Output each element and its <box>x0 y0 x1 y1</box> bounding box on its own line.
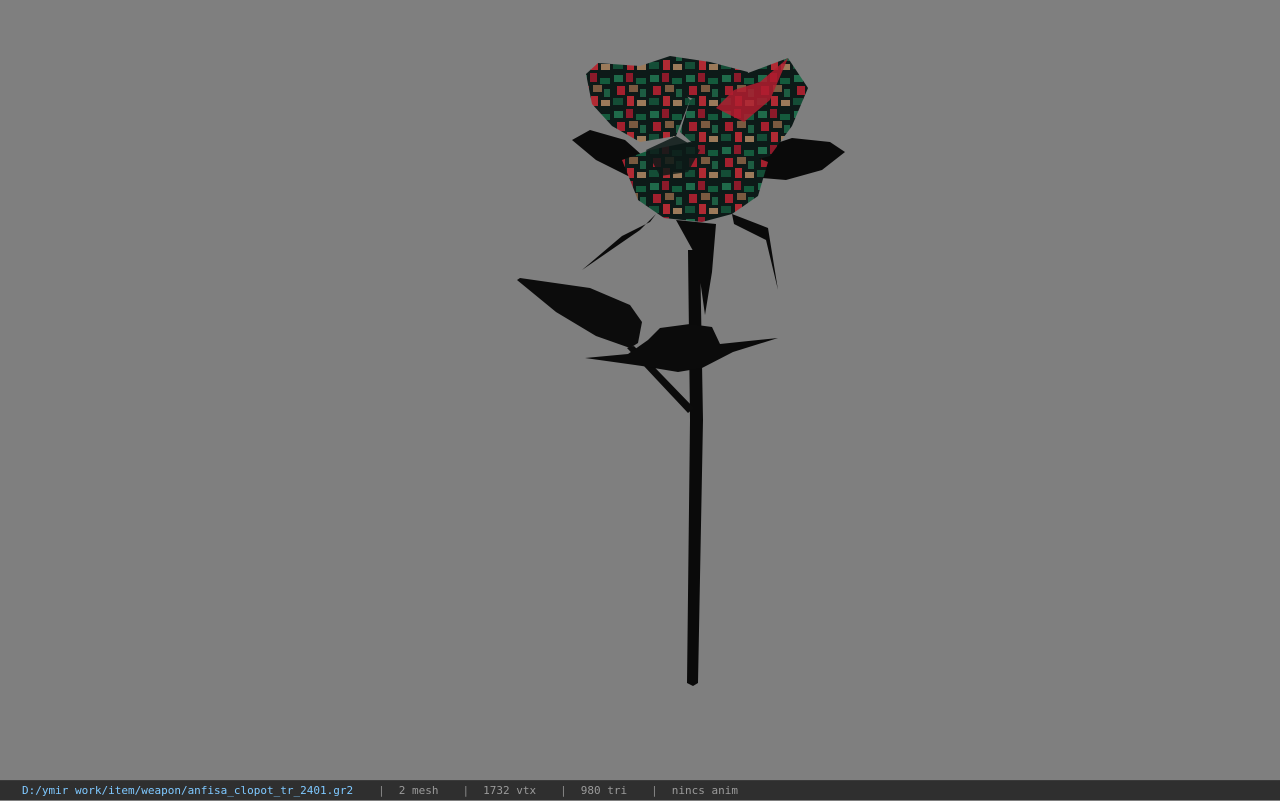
status-file-path: D:/ymir work/item/weapon/anfisa_clopot_t… <box>22 783 354 797</box>
status-vertex-count: 1732 vtx <box>483 783 537 797</box>
status-separator: | <box>651 783 658 797</box>
rose-model <box>517 56 845 686</box>
status-separator: | <box>378 783 385 797</box>
status-bar: D:/ymir work/item/weapon/anfisa_clopot_t… <box>0 780 1280 800</box>
status-mesh-count: 2 mesh <box>398 783 439 797</box>
status-animation: nincs anim <box>671 783 738 797</box>
status-separator: | <box>560 783 567 797</box>
status-triangle-count: 980 tri <box>580 783 628 797</box>
status-separator: | <box>462 783 470 797</box>
3d-viewport[interactable] <box>0 0 1280 780</box>
